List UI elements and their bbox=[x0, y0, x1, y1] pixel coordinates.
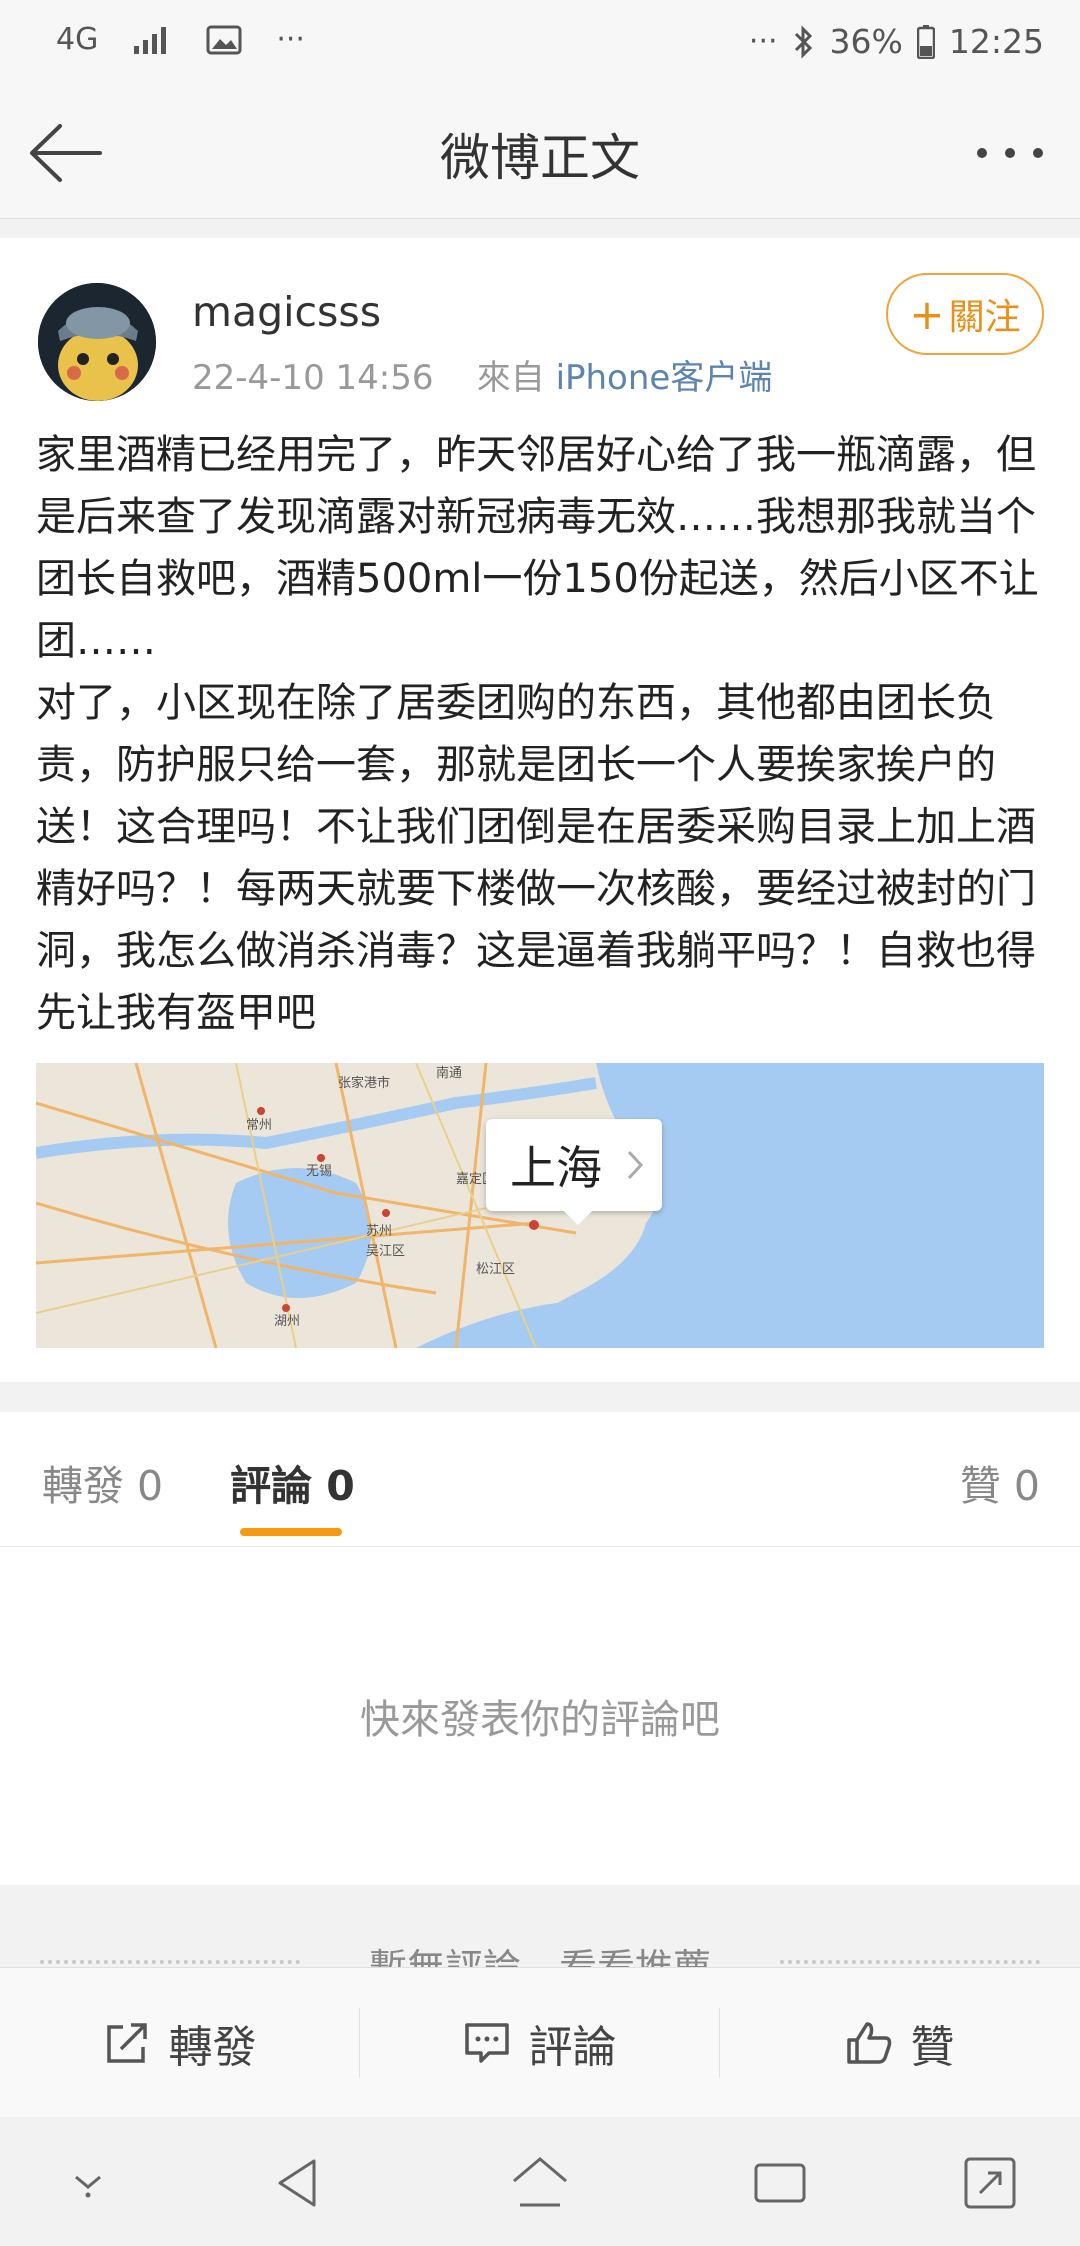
signal-icon bbox=[134, 26, 167, 54]
map-label: 松江区 bbox=[476, 1262, 515, 1277]
more-status: ··· bbox=[748, 24, 778, 59]
image-icon bbox=[206, 25, 242, 54]
share-icon bbox=[106, 2023, 147, 2063]
collapse-icon[interactable] bbox=[56, 2151, 120, 2215]
back-icon[interactable] bbox=[268, 2151, 332, 2215]
bluetooth-icon bbox=[794, 24, 812, 59]
home-icon[interactable] bbox=[508, 2151, 572, 2215]
map-label: 无锡 bbox=[306, 1164, 332, 1179]
network-label: 4G bbox=[56, 22, 99, 57]
like-button[interactable]: 贊 bbox=[720, 1968, 1079, 2118]
more-options-icon[interactable] bbox=[970, 128, 1050, 178]
post-paragraph: 家里酒精已经用完了，昨天邻居好心给了我一瓶滴露，但是后来查了发现滴露对新冠病毒无… bbox=[36, 432, 1039, 664]
recents-icon[interactable] bbox=[748, 2151, 812, 2215]
map-label: 吴江区 bbox=[366, 1244, 405, 1259]
comment-button[interactable]: 評論 bbox=[360, 1968, 719, 2118]
more-notifications: ··· bbox=[276, 22, 305, 57]
tab-likes[interactable]: 贊 0 bbox=[960, 1452, 1040, 1512]
avatar-image bbox=[38, 283, 156, 401]
clock: 12:25 bbox=[948, 22, 1044, 61]
bottom-action-bar: 轉發 評論 贊 bbox=[0, 1967, 1080, 2118]
plus-icon: + bbox=[909, 289, 945, 339]
system-nav-bar bbox=[0, 2117, 1080, 2246]
avatar[interactable] bbox=[38, 283, 156, 401]
location-callout[interactable]: 上海 bbox=[486, 1119, 662, 1225]
thumbs-up-icon bbox=[846, 2022, 891, 2064]
recommend-divider: 暫無評論，看看推薦 bbox=[0, 1885, 1080, 1967]
nav-bar: 微博正文 bbox=[0, 88, 1080, 219]
location-name: 上海 bbox=[510, 1141, 602, 1195]
tab-comments[interactable]: 評論 0 bbox=[230, 1452, 355, 1512]
post-card: magicsss 22-4-10 14:56 來自 iPhone客户端 + 關注… bbox=[0, 238, 1080, 1382]
chevron-right-icon bbox=[627, 1150, 644, 1180]
username[interactable]: magicsss bbox=[192, 288, 381, 336]
repost-label: 轉發 bbox=[168, 2022, 257, 2073]
like-label: 贊 bbox=[910, 2022, 955, 2073]
battery-icon bbox=[916, 24, 935, 59]
page-title: 微博正文 bbox=[440, 129, 640, 187]
follow-label: 關注 bbox=[948, 297, 1021, 338]
battery-percent: 36% bbox=[829, 22, 903, 61]
tab-reposts[interactable]: 轉發 0 bbox=[42, 1452, 163, 1512]
interaction-tabs: 轉發 0 評論 0 贊 0 bbox=[0, 1412, 1080, 1547]
map-label: 湖州 bbox=[274, 1314, 300, 1329]
post-meta: 22-4-10 14:56 來自 iPhone客户端 bbox=[192, 350, 772, 399]
post-paragraph: 对了，小区现在除了居委团购的东西，其他都由团长负责，防护服只给一套，那就是团长一… bbox=[36, 680, 1036, 1036]
dotted-divider bbox=[780, 1960, 1040, 1964]
expand-icon[interactable] bbox=[958, 2151, 1022, 2215]
follow-button[interactable]: + 關注 bbox=[886, 273, 1044, 355]
source-link[interactable]: iPhone客户端 bbox=[556, 358, 773, 398]
map-label: 苏州 bbox=[366, 1223, 392, 1239]
empty-comments-text[interactable]: 快來發表你的評論吧 bbox=[0, 1687, 1080, 1745]
map-label: 南通 bbox=[436, 1065, 462, 1081]
source-prefix: 來自 bbox=[476, 358, 545, 398]
comment-icon bbox=[464, 2023, 509, 2063]
status-right: ··· 36% 12:25 bbox=[749, 22, 1044, 61]
status-bar: 4G ··· ··· 36% 12:25 bbox=[0, 0, 1080, 88]
status-left: 4G ··· bbox=[56, 22, 305, 57]
location-map[interactable]: 南通 常州 无锡 苏州 湖州 张家港市 吴江区 嘉定区 松江区 上海 bbox=[36, 1063, 1044, 1348]
post-body: 家里酒精已经用完了，昨天邻居好心给了我一瓶滴露，但是后来查了发现滴露对新冠病毒无… bbox=[36, 424, 1046, 1044]
map-label: 常州 bbox=[246, 1118, 272, 1133]
comments-empty-state: 快來發表你的評論吧 bbox=[0, 1547, 1080, 1885]
repost-button[interactable]: 轉發 bbox=[0, 1968, 359, 2118]
map-label: 张家港市 bbox=[338, 1075, 390, 1091]
comment-label: 評論 bbox=[528, 2022, 617, 2073]
active-tab-indicator bbox=[240, 1528, 342, 1536]
post-timestamp: 22-4-10 14:56 bbox=[192, 358, 434, 398]
